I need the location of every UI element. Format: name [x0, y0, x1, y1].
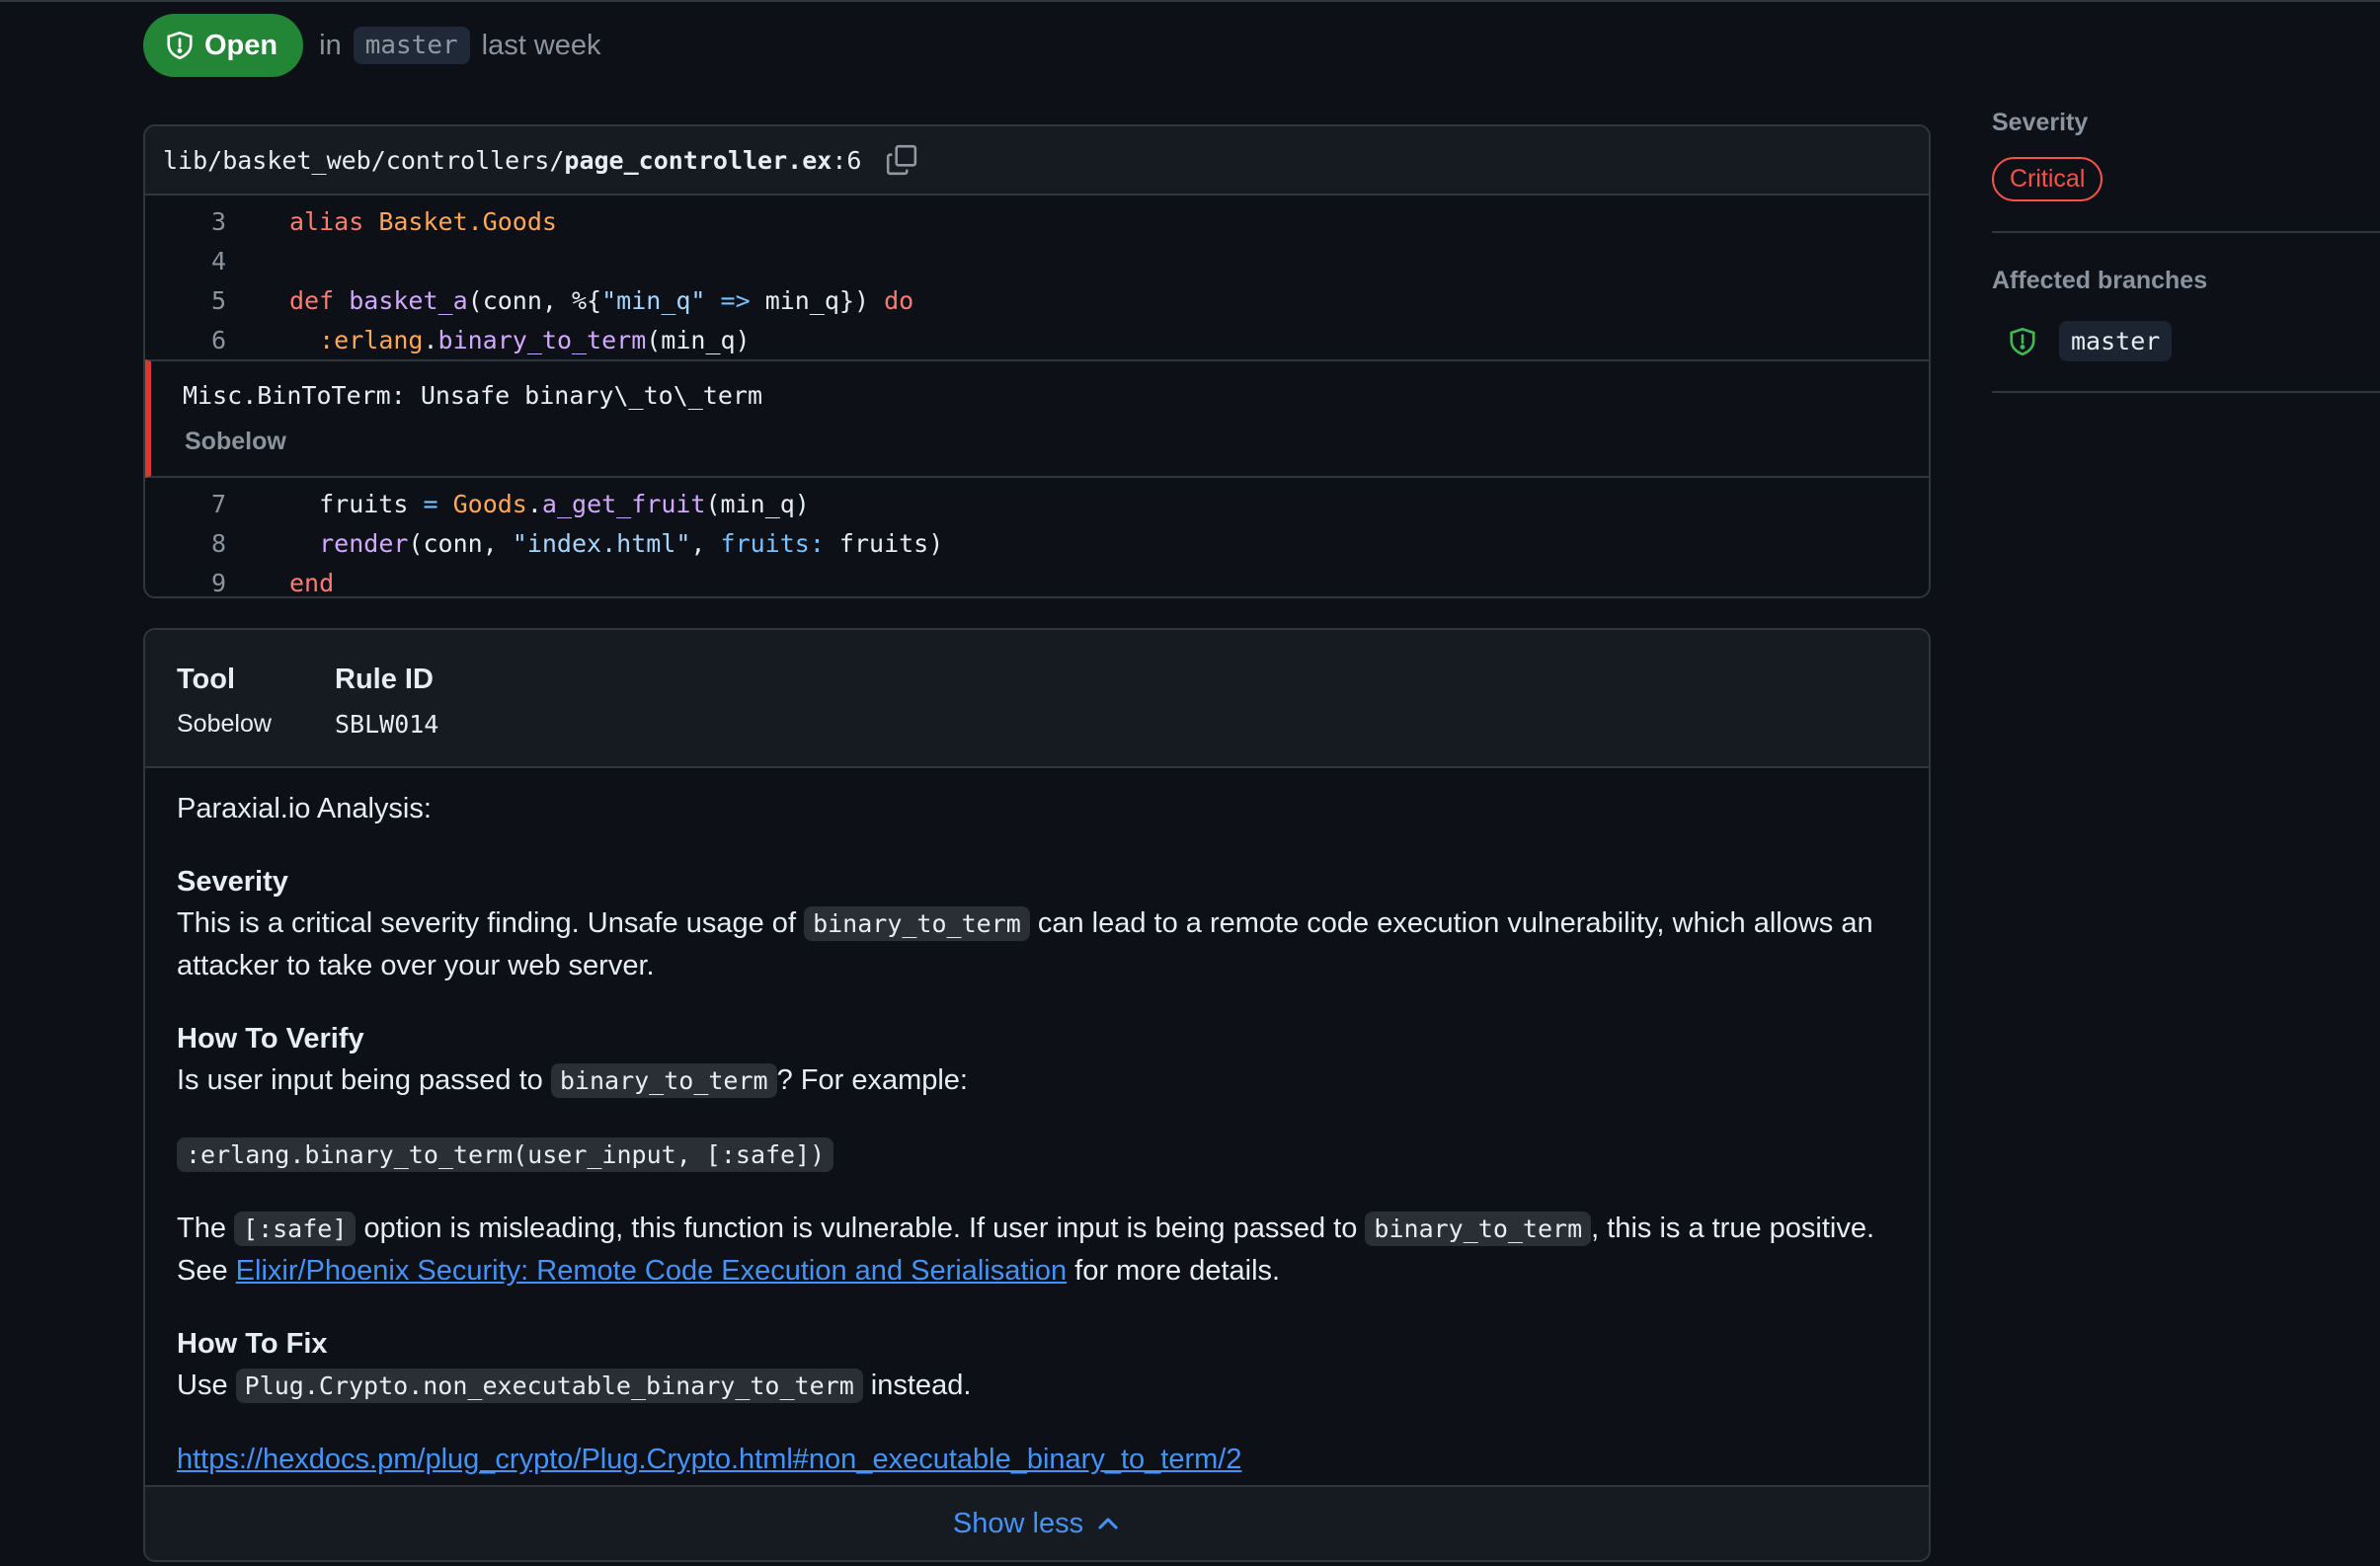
fix-paragraph: Use Plug.Crypto.non_executable_binary_to…	[177, 1369, 972, 1403]
code-line: 5 def basket_a(conn, %{"min_q" => min_q}…	[145, 280, 1929, 320]
code-text: def basket_a(conn, %{"min_q" => min_q}) …	[289, 285, 914, 315]
code-line: 7 fruits = Goods.a_get_fruit(min_q)	[145, 484, 1929, 523]
code-snippet-panel: lib/basket_web/controllers/page_controll…	[143, 124, 1931, 598]
open-status-label: Open	[204, 29, 278, 61]
status-time: last week	[481, 29, 601, 61]
status-meta: in master last week	[319, 27, 601, 64]
file-path-prefix: lib/basket_web/controllers/	[163, 145, 565, 175]
show-less-label: Show less	[952, 1507, 1084, 1539]
line-number: 5	[210, 285, 226, 315]
inline-code: Plug.Crypto.non_executable_binary_to_ter…	[235, 1369, 863, 1403]
sidebar-divider	[1992, 231, 2380, 233]
verify-paragraph: Is user input being passed to binary_to_…	[177, 1063, 968, 1098]
description-body: Paraxial.io Analysis: Severity This is a…	[145, 768, 1905, 1480]
severity-badge: Critical	[1992, 157, 2103, 201]
code-text: alias Basket.Goods	[289, 206, 557, 236]
inline-code: binary_to_term	[1365, 1212, 1592, 1246]
line-number: 3	[210, 206, 226, 236]
example-code: :erlang.binary_to_term(user_input, [:saf…	[177, 1137, 834, 1172]
tool-label: Tool	[177, 664, 236, 695]
line-number: 8	[210, 528, 226, 558]
top-divider	[0, 0, 2380, 2]
hexdocs-link[interactable]: https://hexdocs.pm/plug_crypto/Plug.Cryp…	[177, 1444, 1241, 1475]
inline-code: [:safe]	[234, 1212, 357, 1246]
rule-id-label: Rule ID	[335, 664, 434, 695]
code-file-header: lib/basket_web/controllers/page_controll…	[145, 126, 1929, 196]
alert-sidebar: Severity Critical Affected branches mast…	[1992, 109, 2380, 393]
code-line: 6 :erlang.binary_to_term(min_q)	[145, 320, 1929, 359]
sidebar-divider	[1992, 391, 2380, 393]
alert-status-row: Open in master last week	[143, 14, 601, 77]
shield-icon	[167, 31, 193, 60]
line-number: 6	[210, 325, 226, 354]
file-name[interactable]: page_controller.ex	[564, 146, 832, 175]
in-text: in	[319, 29, 342, 61]
alert-description-panel: Tool Sobelow Rule ID SBLW014 Paraxial.io…	[143, 628, 1931, 1562]
line-number: 7	[210, 489, 226, 518]
severity-heading: Severity	[177, 866, 288, 898]
code-line: 9 end	[145, 563, 1929, 597]
line-number: 4	[210, 246, 226, 275]
open-status-badge: Open	[143, 14, 304, 77]
see-paragraph: See Elixir/Phoenix Security: Remote Code…	[177, 1255, 1281, 1287]
code-text: fruits = Goods.a_get_fruit(min_q)	[289, 489, 810, 518]
tool-value: Sobelow	[177, 710, 272, 738]
verify-heading: How To Verify	[177, 1023, 364, 1055]
chevron-up-icon	[1098, 1518, 1118, 1529]
safe-paragraph: The [:safe] option is misleading, this f…	[177, 1212, 1875, 1246]
inline-code: binary_to_term	[550, 1063, 777, 1098]
code-text: end	[289, 568, 335, 597]
severity-paragraph: This is a critical severity finding. Uns…	[177, 906, 1873, 981]
rule-meta-panel: Tool Sobelow Rule ID SBLW014	[145, 630, 1929, 768]
code-text: :erlang.binary_to_term(min_q)	[319, 325, 751, 354]
code-text: render(conn, "index.html", fruits: fruit…	[319, 528, 944, 558]
affected-branch-item: master	[1992, 321, 2380, 361]
copy-icon[interactable]	[885, 143, 918, 177]
show-less-button[interactable]: Show less	[145, 1485, 1929, 1560]
severity-label: Severity	[1992, 109, 2089, 136]
code-line: 8 render(conn, "index.html", fruits: fru…	[145, 523, 1929, 563]
shield-icon	[2010, 327, 2035, 355]
alert-rule-title: Misc.BinToTerm: Unsafe binary\_to\_term	[183, 381, 762, 410]
file-line-ref: :6	[832, 145, 862, 175]
alert-tool-name: Sobelow	[185, 428, 286, 455]
rule-id-value: SBLW014	[335, 710, 439, 739]
tool-meta: Tool Sobelow	[177, 664, 272, 739]
rule-id-meta: Rule ID SBLW014	[335, 664, 438, 739]
branch-chip[interactable]: master	[353, 27, 470, 64]
example-code-line: :erlang.binary_to_term(user_input, [:saf…	[177, 1134, 1905, 1176]
analysis-intro: Paraxial.io Analysis:	[177, 793, 432, 824]
security-article-link[interactable]: Elixir/Phoenix Security: Remote Code Exe…	[236, 1255, 1067, 1287]
doc-link-line: https://hexdocs.pm/plug_crypto/Plug.Cryp…	[177, 1439, 1905, 1480]
fix-heading: How To Fix	[177, 1328, 328, 1360]
affected-branch-chip[interactable]: master	[2059, 321, 2173, 361]
line-number: 9	[210, 568, 226, 597]
alert-annotation: Misc.BinToTerm: Unsafe binary\_to\_term …	[145, 359, 1929, 478]
inline-code: binary_to_term	[804, 906, 1030, 941]
code-line: 3 alias Basket.Goods	[145, 201, 1929, 241]
affected-branches-label: Affected branches	[1992, 267, 2208, 294]
code-line: 4	[145, 241, 1929, 280]
